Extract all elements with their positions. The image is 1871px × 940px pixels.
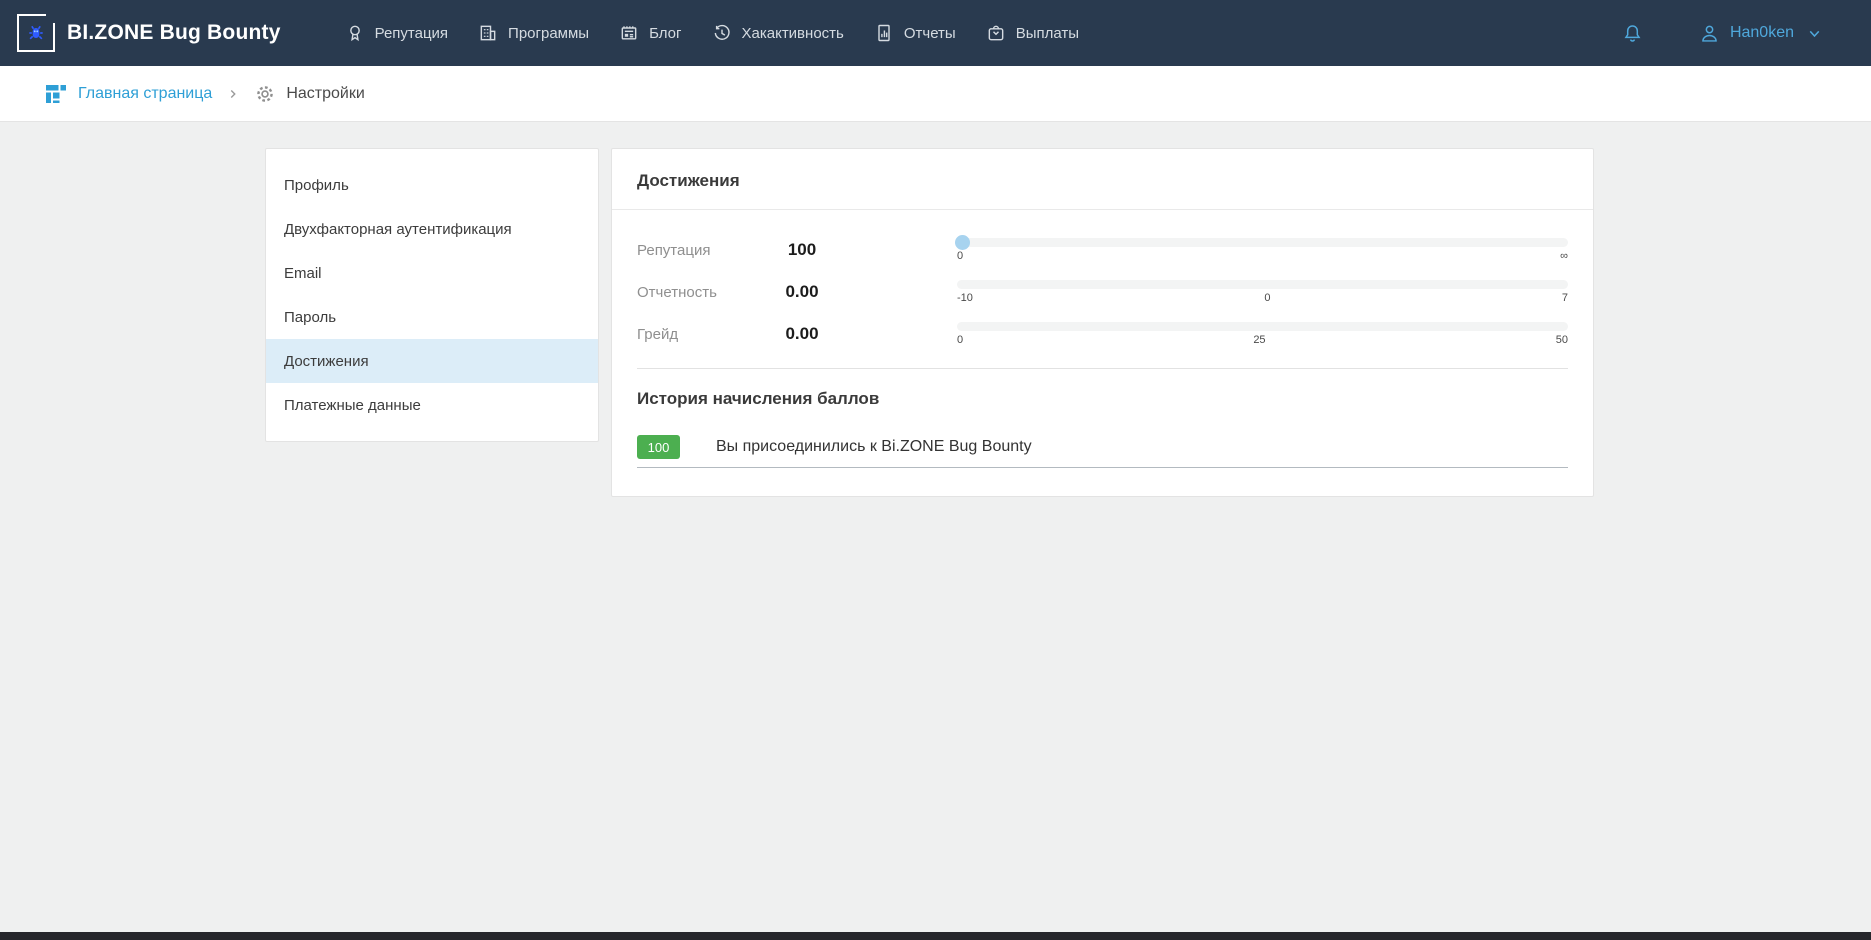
sidebar-item-payment-details[interactable]: Платежные данные: [266, 383, 598, 427]
history-title: История начисления баллов: [637, 389, 1568, 409]
history-entry: 100 Вы присоединились к Bi.ZONE Bug Boun…: [637, 435, 1568, 468]
news-icon: [619, 23, 639, 43]
breadcrumb: Главная страница Настройки: [0, 66, 1871, 122]
metric-value: 0.00: [757, 324, 847, 344]
history-icon: [712, 23, 732, 43]
sidebar-item-achievements[interactable]: Достижения: [266, 339, 598, 383]
section-divider: [637, 368, 1568, 369]
breadcrumb-current: Настройки: [254, 83, 364, 105]
nav-right-cluster: Han0ken: [1622, 22, 1823, 44]
breadcrumb-separator-icon: [226, 87, 240, 101]
gear-icon: [254, 83, 276, 105]
reporting-slider: -10 0 7: [847, 280, 1568, 304]
metric-value: 100: [757, 240, 847, 260]
username: Han0ken: [1730, 24, 1794, 42]
metric-row-grade: Грейд 0.00 0 25 50: [637, 314, 1568, 354]
slider-thumb[interactable]: [955, 235, 970, 250]
chevron-down-icon: [1806, 25, 1823, 42]
payout-icon: [986, 23, 1006, 43]
sidebar-item-2fa[interactable]: Двухфакторная аутентификация: [266, 207, 598, 251]
breadcrumb-current-label: Настройки: [286, 85, 364, 103]
nav-menu: Репутация Программы: [315, 23, 1079, 43]
nav-item-payouts[interactable]: Выплаты: [986, 23, 1079, 43]
metric-label: Отчетность: [637, 284, 757, 301]
medal-icon: [345, 23, 365, 43]
sidebar-item-email[interactable]: Email: [266, 251, 598, 295]
building-icon: [478, 23, 498, 43]
metric-label: Репутация: [637, 242, 757, 259]
metric-row-reporting: Отчетность 0.00 -10 0 7: [637, 272, 1568, 312]
nav-item-hackactivity[interactable]: Хакактивность: [712, 23, 844, 43]
tick-min: 0: [957, 335, 963, 346]
metric-row-reputation: Репутация 100 0 ∞: [637, 230, 1568, 270]
dashboard-grid-icon: [44, 82, 68, 106]
tick-max: 7: [1562, 293, 1568, 304]
settings-sidebar: Профиль Двухфакторная аутентификация Ema…: [265, 148, 599, 442]
tick-max: ∞: [1560, 251, 1568, 262]
achievements-panel: Достижения Репутация 100 0 ∞ Отчетность …: [611, 148, 1594, 497]
tick-mid: 25: [1253, 335, 1265, 346]
sidebar-item-profile[interactable]: Профиль: [266, 163, 598, 207]
nav-item-blog[interactable]: Блог: [619, 23, 681, 43]
user-avatar-icon: [1699, 23, 1720, 44]
top-navbar: BI.ZONE Bug Bounty Репутация: [0, 0, 1871, 66]
tick-max: 50: [1556, 335, 1568, 346]
breadcrumb-home-link[interactable]: Главная страница: [78, 85, 212, 103]
panel-body: Репутация 100 0 ∞ Отчетность 0.00 -10: [612, 210, 1593, 496]
grade-slider: 0 25 50: [847, 322, 1568, 346]
panel-title: Достижения: [612, 149, 1593, 210]
history-entry-text: Вы присоединились к Bi.ZONE Bug Bounty: [716, 438, 1032, 456]
points-badge: 100: [637, 435, 680, 459]
report-icon: [874, 23, 894, 43]
nav-item-reputation[interactable]: Репутация: [345, 23, 448, 43]
brand-title: BI.ZONE Bug Bounty: [67, 21, 281, 45]
metric-label: Грейд: [637, 326, 757, 343]
bug-icon: [26, 23, 46, 43]
sidebar-item-password[interactable]: Пароль: [266, 295, 598, 339]
footer-edge: [0, 932, 1871, 940]
metric-value: 0.00: [757, 282, 847, 302]
tick-mid: 0: [1264, 293, 1270, 304]
user-menu[interactable]: Han0ken: [1699, 23, 1823, 44]
bizone-logo-icon: [17, 14, 55, 52]
brand-logo[interactable]: BI.ZONE Bug Bounty: [17, 14, 281, 52]
notifications-bell-icon[interactable]: [1622, 22, 1643, 44]
breadcrumb-home[interactable]: Главная страница: [44, 82, 212, 106]
nav-item-programs[interactable]: Программы: [478, 23, 589, 43]
nav-item-reports[interactable]: Отчеты: [874, 23, 956, 43]
tick-min: -10: [957, 293, 973, 304]
tick-min: 0: [957, 251, 963, 262]
reputation-slider: 0 ∞: [847, 238, 1568, 262]
